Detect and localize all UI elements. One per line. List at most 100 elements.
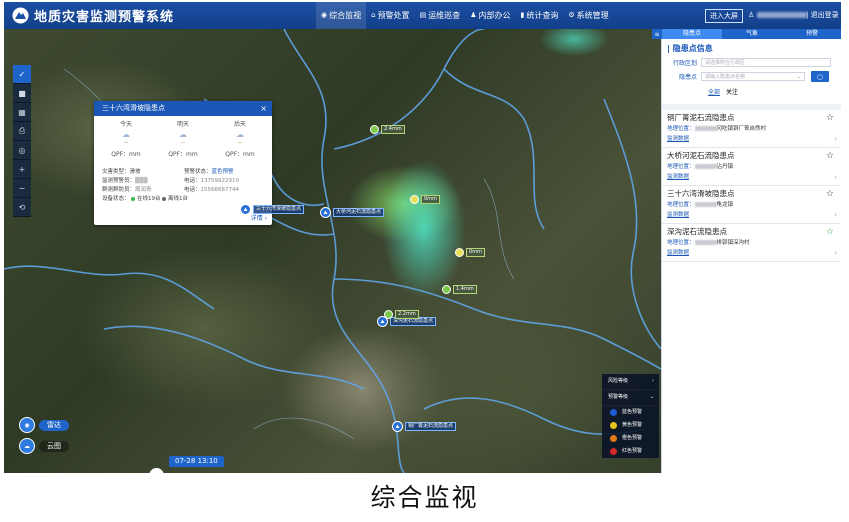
popup-title: 三十六湾滑坡隐患点 [102,104,165,112]
home-icon: ⌂ [371,11,376,19]
risk-level-toggle[interactable]: 风险等级 › [602,374,659,390]
cloud-icon: ☁ [236,130,244,139]
user-name-redacted [757,12,808,18]
rain-station[interactable]: 1.4mm [442,285,477,294]
top-bar: 地质灾害监测预警系统 ◉ 综合监视 ⌂ 预警处置 ▤ 运维巡查 ♟ 内部办公 ▮ 统计查询… [4,2,841,29]
monitor-data-link[interactable]: 监测数据 [667,248,837,256]
gear-icon: ⚙ [568,11,575,19]
menu-icon[interactable]: ≡ [652,29,662,39]
nav-system[interactable]: ⚙ 系统管理 [563,2,613,29]
monitor-data-link[interactable]: 监测数据 [667,210,837,218]
reset-tool-icon[interactable]: ⟲ [13,198,31,217]
rain-station[interactable]: 0mm [410,195,440,204]
star-icon[interactable]: ☆ [826,227,834,237]
chevron-right-icon: › [652,378,654,384]
search-icon: ○ [816,72,824,81]
filter-all[interactable]: 全部 [708,87,720,96]
list-item[interactable]: 大桥河泥石流隐患点 ☆ 地理位置： 沾丹镇 监测数据 › [662,148,841,186]
region-row: 行政区划 请选择所在行政区 [667,58,841,67]
star-icon[interactable]: ☆ [826,189,834,199]
monitor-data-link[interactable]: 监测数据 [667,172,837,180]
tab-hazard[interactable]: 隐患点 [662,29,722,39]
rain-station[interactable]: 2.4mm [370,125,405,134]
phone-2: 电话：15566687744 [184,187,240,193]
hazard-marker[interactable]: ⛰ 三十六湾滑坡隐患点 [240,204,305,215]
nav-monitor[interactable]: ◉ 综合监视 [316,2,367,29]
cloud-layer-button[interactable]: ☁ 云图 [19,438,69,454]
rain-dot-icon [384,310,393,319]
location-tool-icon[interactable]: ◎ [13,141,31,160]
filter-follow[interactable]: 关注 [726,87,738,96]
rain-dot-icon [370,125,379,134]
forecast-today: 今天 ☁ -- QPF：mm [98,119,154,159]
chevron-right-icon[interactable]: › [834,211,837,219]
panel-tabs: 隐患点 气象 预警 [662,29,841,39]
star-icon[interactable]: ☆ [826,113,834,123]
search-button[interactable]: ○ [811,71,829,82]
list-item[interactable]: 深沟泥石流隐患点 ☆ 地理位置： 排郭镇深沟村 监测数据 › [662,224,841,262]
nav-inspection[interactable]: ▤ 运维巡查 [415,2,466,29]
monitor-person: 监测预警员：▒▒▒ [102,178,148,184]
cloud-icon: ☁ [122,130,130,139]
nav-office[interactable]: ♟ 内部办公 [465,2,515,29]
radar-layer-button[interactable]: ◉ 雷达 [19,417,69,433]
nav-statistics[interactable]: ▮ 统计查询 [515,2,563,29]
layer-tool-icon[interactable]: ▦ [13,103,31,122]
timeline-current: 07-28 13:10 [169,456,224,467]
side-panel: ≡ 隐患点 气象 预警 | 隐患点信息 行政区划 请选择所在行政区 隐患点 请输… [652,29,841,473]
list-item[interactable]: 铜厂箐泥石流隐患点 ☆ 地理位置： 冈吃镇铜厂箐自然村 监测数据 › [662,110,841,148]
person-icon: ♟ [470,11,477,19]
chart-icon: ▮ [520,11,525,19]
monitor-data-link[interactable]: 监测数据 [667,134,837,142]
rain-station[interactable]: 2.2mm [384,310,419,319]
warning-legend: 风险等级 › 预警等级 ⌄ 蓝色预警 黄色预警 橙色预警 红色预警 [602,374,659,458]
list-item[interactable]: 三十六湾滑坡隐患点 ☆ 地理位置： 龟龙镇 监测数据 › [662,186,841,224]
zoom-out-icon[interactable]: − [13,179,31,198]
offline-dot [162,196,167,201]
star-icon[interactable]: ☆ [826,151,834,161]
inspect-icon: ▤ [419,11,427,19]
cloud-icon: ☁ [19,438,35,454]
play-icon[interactable]: ▶ [149,468,164,473]
zoom-in-icon[interactable]: + [13,160,31,179]
popup-header: 三十六湾滑坡隐患点 × [94,101,272,116]
warning-status: 预警状态：蓝色预警 [184,169,234,175]
chevron-right-icon[interactable]: › [834,173,837,181]
panel-heading: | 隐患点信息 [667,44,713,53]
map-view[interactable]: ✓ ■ ▦ ⎙ ◎ + − ⟲ 三十六湾滑坡隐患点 × 今天 ☁ -- QPF：… [4,29,661,473]
chevron-down-icon: ⌄ [649,394,654,400]
rain-dot-icon [455,248,464,257]
logout-button[interactable]: | 退出登录 [806,9,839,21]
figure-caption: 综合监视 [370,483,479,512]
warning-level-toggle[interactable]: 预警等级 ⌄ [602,390,659,406]
user-info[interactable]: ♙ [748,9,808,21]
camera-tool-icon[interactable]: ■ [13,84,31,103]
region-select[interactable]: 请选择所在行政区 [701,58,831,67]
nav-warning[interactable]: ⌂ 预警处置 [366,2,414,29]
rain-dot-icon [410,195,419,204]
app-window: 地质灾害监测预警系统 ◉ 综合监视 ⌂ 预警处置 ▤ 运维巡查 ♟ 内部办公 ▮ 统计查询… [4,2,841,473]
locate-tool-icon[interactable]: ✓ [13,65,31,84]
hazard-marker[interactable]: ⛰ 铜厂箐泥石流隐患点 [392,421,457,432]
device-status: 设备状态： 在线19台 离线1台 [102,196,189,202]
chevron-down-icon: ⌄ [796,74,801,80]
tab-warning[interactable]: 预警 [782,29,841,39]
rain-dot-icon [442,285,451,294]
map-toolbar: ✓ ■ ▦ ⎙ ◎ + − ⟲ [13,65,31,217]
hazard-pin-icon: ⛰ [392,421,403,432]
hazard-marker[interactable]: ⛰ 大桥河泥石流隐患点 [320,207,385,218]
radar-icon: ◉ [19,417,35,433]
print-tool-icon[interactable]: ⎙ [13,122,31,141]
filter-tabs: 全部 关注 [708,87,841,96]
river-network [4,29,661,473]
chevron-right-icon[interactable]: › [834,135,837,143]
point-input[interactable]: 请输入隐患点名称 ⌄ [701,72,805,81]
main-nav: ◉ 综合监视 ⌂ 预警处置 ▤ 运维巡查 ♟ 内部办公 ▮ 统计查询 ⚙ 系统管理 [316,2,614,29]
tab-weather[interactable]: 气象 [722,29,782,39]
disaster-type: 灾害类型：滑坡 [102,169,141,175]
big-screen-button[interactable]: 进入大屏 [705,9,743,23]
close-icon[interactable]: × [260,101,267,116]
chevron-right-icon[interactable]: › [834,249,837,257]
app-title: 地质灾害监测预警系统 [34,10,175,25]
rain-station[interactable]: 0mm [455,248,485,257]
